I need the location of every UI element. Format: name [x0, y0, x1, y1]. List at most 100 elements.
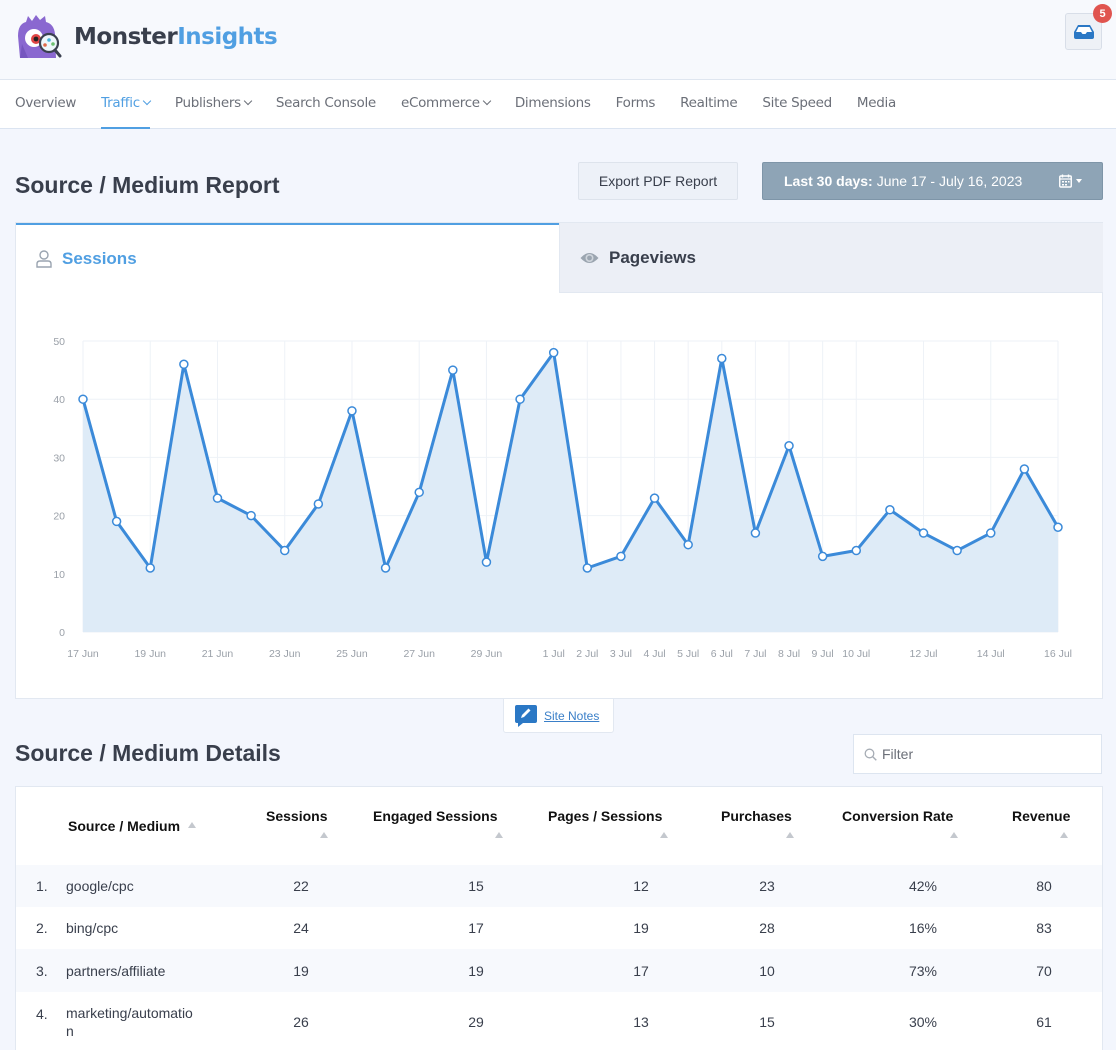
column-header-engaged-sessions[interactable]: Engaged Sessions [373, 808, 503, 838]
sessions-cell: 22 [293, 878, 309, 894]
y-tick-label: 0 [59, 627, 65, 639]
column-header-sessions[interactable]: Sessions [266, 808, 328, 838]
data-point-19-jun [145, 563, 155, 573]
date-range-picker[interactable]: Last 30 days: June 17 - July 16, 2023 [762, 162, 1103, 200]
purchases-cell: 10 [759, 962, 775, 979]
purchases-cell: 28 [759, 920, 775, 936]
chevron-down-icon [142, 96, 152, 106]
user-icon [36, 250, 52, 268]
row-index: 1. [36, 878, 48, 894]
app-header: MonsterInsights 5 [0, 0, 1116, 80]
x-tick-label: 19 Jun [134, 648, 166, 660]
sessions-cell: 24 [293, 920, 309, 936]
revenue-cell: 83 [1036, 920, 1052, 936]
data-point-13-jul [952, 545, 962, 556]
table-row: 2. bing/cpc 24 17 19 28 16% 83 [16, 907, 1102, 949]
y-tick-label: 40 [53, 394, 65, 406]
sessions-area-fill [83, 352, 1058, 632]
revenue-cell: 80 [1036, 878, 1052, 894]
nav-item-ecommerce[interactable]: eCommerce [401, 80, 492, 128]
site-notes-button[interactable]: Site Notes [503, 699, 614, 733]
revenue-cell: 61 [1036, 1014, 1052, 1030]
row-index: 3. [36, 962, 48, 979]
y-tick-label: 30 [53, 452, 65, 464]
column-header-pages-sessions[interactable]: Pages / Sessions [548, 808, 668, 838]
tab-pageviews[interactable]: Pageviews [559, 223, 1103, 293]
data-point-23-jun [279, 545, 290, 556]
data-point-18-jun [111, 516, 122, 527]
x-tick-label: 4 Jul [643, 648, 665, 660]
column-header-conversion-rate[interactable]: Conversion Rate [842, 808, 958, 838]
conversion-rate-cell: 16% [908, 920, 938, 936]
nav-item-search-console[interactable]: Search Console [276, 80, 376, 128]
export-pdf-button[interactable]: Export PDF Report [578, 162, 738, 200]
data-point-14-jul [986, 528, 996, 538]
x-tick-label: 25 Jun [336, 648, 368, 660]
data-point-16-jul [1053, 522, 1063, 532]
x-tick-label: 10 Jul [842, 648, 870, 660]
data-point-28-jun [448, 365, 458, 375]
date-range-value: June 17 - July 16, 2023 [876, 173, 1023, 189]
sort-arrow-icon [320, 832, 328, 838]
table-row: 1. google/cpc 22 15 12 23 42% 80 [16, 865, 1102, 907]
data-point-26-jun [380, 563, 391, 573]
column-header-revenue[interactable]: Revenue [1012, 808, 1070, 838]
x-tick-label: 29 Jun [471, 648, 503, 660]
column-header-source-medium[interactable]: Source / Medium [68, 818, 196, 834]
data-point-24-jun [313, 499, 324, 509]
tab-sessions[interactable]: Sessions [16, 223, 559, 293]
brand-name: MonsterInsights [74, 24, 278, 50]
engaged-sessions-cell: 15 [468, 878, 484, 894]
data-point-3-jul [616, 551, 626, 562]
x-tick-label: 6 Jul [711, 648, 733, 660]
data-point-12-jul [918, 528, 929, 538]
sort-arrow-icon [786, 832, 794, 838]
pages-sessions-cell: 19 [633, 920, 649, 936]
nav-item-site-speed[interactable]: Site Speed [762, 80, 832, 128]
page-title: Source / Medium Report [15, 172, 280, 198]
row-index: 2. [36, 920, 48, 936]
source-medium-cell: google/cpc [66, 878, 134, 894]
sort-arrow-icon [660, 832, 668, 838]
filter-field[interactable] [853, 734, 1102, 774]
x-tick-label: 21 Jun [202, 648, 234, 660]
nav-item-overview[interactable]: Overview [15, 80, 76, 128]
column-header-purchases[interactable]: Purchases [721, 808, 794, 838]
data-point-20-jun [179, 359, 189, 370]
nav-item-media[interactable]: Media [857, 80, 896, 128]
chevron-down-icon [482, 96, 492, 106]
sessions-cell: 19 [293, 962, 309, 979]
date-range-prefix: Last 30 days: [784, 173, 873, 189]
conversion-rate-cell: 42% [908, 878, 938, 894]
x-tick-label: 5 Jul [677, 648, 699, 660]
nav-item-realtime[interactable]: Realtime [680, 80, 738, 128]
revenue-cell: 70 [1036, 962, 1052, 979]
data-point-21-jun [212, 493, 223, 503]
data-point-11-jul [885, 505, 895, 515]
details-title: Source / Medium Details [15, 740, 281, 766]
report-panel: Sessions Pageviews 0 10 20 30 40 50 17 Jun 19 J… [15, 222, 1103, 699]
nav-item-traffic[interactable]: Traffic [101, 80, 152, 129]
monster-mascot-icon [14, 14, 64, 60]
nav-item-publishers[interactable]: Publishers [175, 80, 253, 128]
brand-logo[interactable]: MonsterInsights [14, 14, 278, 60]
x-tick-label: 16 Jul [1044, 648, 1072, 660]
row-index: 4. [36, 1006, 48, 1022]
purchases-cell: 23 [759, 878, 775, 894]
pages-sessions-cell: 12 [633, 878, 649, 894]
sessions-area-chart: 0 10 20 30 40 50 17 Jun 19 Jun 21 Jun 23 Jun 25 Ju… [53, 336, 1072, 660]
x-tick-label: 27 Jun [403, 648, 435, 660]
y-tick-label: 10 [53, 569, 65, 581]
nav-item-forms[interactable]: Forms [616, 80, 656, 128]
sort-arrow-icon [950, 832, 958, 838]
data-point-2-jul [582, 563, 593, 573]
nav-item-dimensions[interactable]: Dimensions [515, 80, 591, 128]
data-point-15-jul [1019, 464, 1030, 474]
data-point-9-jul [817, 551, 828, 562]
pages-sessions-cell: 17 [633, 962, 649, 979]
eye-icon [580, 252, 599, 263]
data-point-10-jul [851, 545, 862, 556]
filter-input[interactable] [882, 746, 1082, 762]
y-tick-label: 20 [53, 511, 65, 523]
x-tick-label: 14 Jul [977, 648, 1005, 660]
